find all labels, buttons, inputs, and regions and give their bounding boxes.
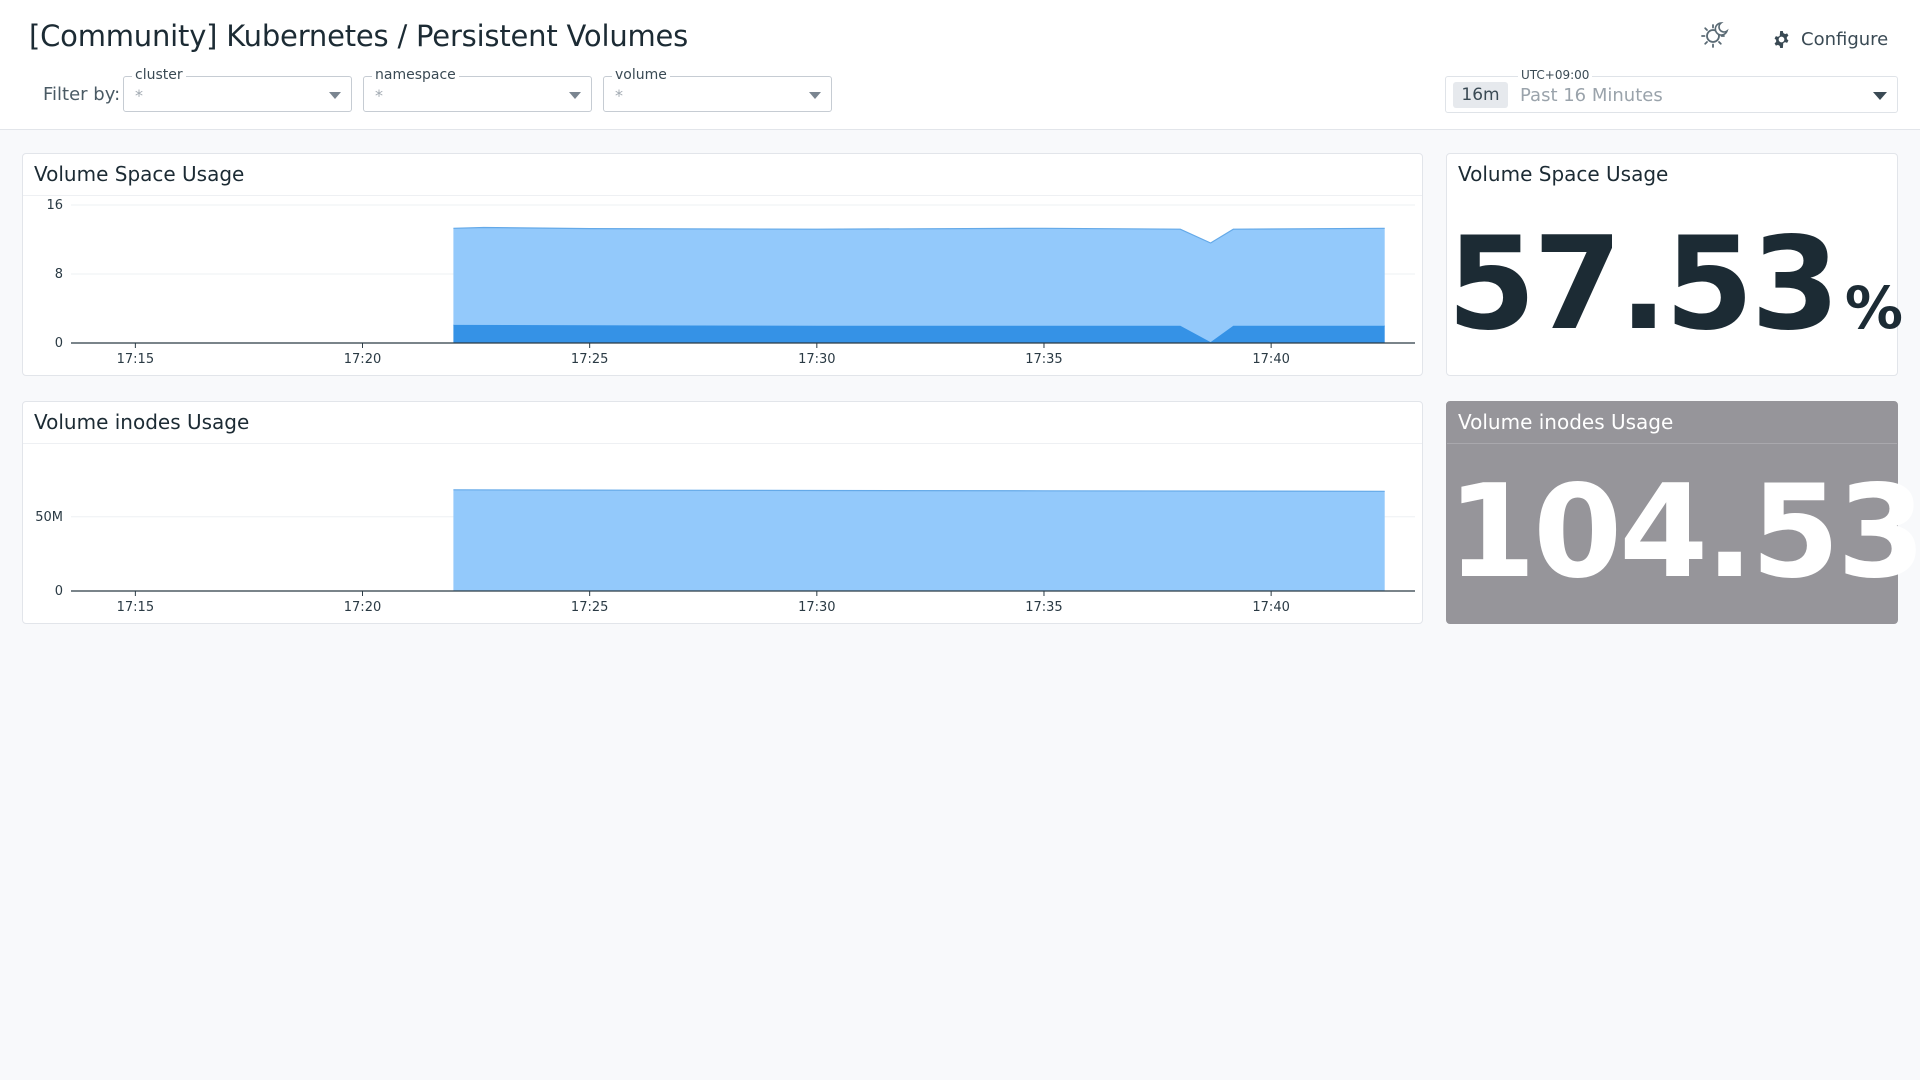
- x-tick-label: 17:30: [798, 600, 835, 615]
- x-tick-label: 17:25: [571, 600, 608, 615]
- filter-label: Filter by:: [43, 84, 121, 105]
- y-tick-label: 16: [46, 198, 63, 213]
- x-tick-label: 17:20: [344, 600, 381, 615]
- x-tick-label: 17:30: [798, 352, 835, 367]
- x-tick-label: 17:15: [117, 352, 154, 367]
- space-usage-value-widget: Volume Space Usage 57.53%: [1446, 153, 1903, 376]
- y-tick-label: 0: [55, 584, 63, 599]
- space-usage-timeseries-widget: Volume Space Usage 0 8 16 17:15 17:20 17:25 17…: [22, 153, 1423, 376]
- widget-title: Volume inodes Usage: [1458, 410, 1674, 434]
- configure-label: Configure: [1801, 28, 1889, 50]
- space-usage-number: 57.53: [1447, 210, 1840, 359]
- widget-title: Volume Space Usage: [1458, 162, 1669, 186]
- timezone-label: UTC+09:00: [1518, 68, 1593, 82]
- volume-filter-label: volume: [612, 67, 670, 83]
- series-area-1: [453, 227, 1385, 343]
- y-tick-label: 0: [55, 336, 63, 351]
- inodes-usage-timeseries-widget: Volume inodes Usage 0 50M 17:15 17:20 17:25 1…: [22, 401, 1423, 624]
- cluster-filter[interactable]: cluster *: [123, 67, 352, 112]
- chevron-down-icon: [569, 92, 581, 99]
- namespace-filter[interactable]: namespace *: [363, 67, 592, 112]
- dashboard-header: [Community] Kubernetes / Persistent Volu…: [0, 0, 1920, 130]
- cluster-filter-value: *: [135, 86, 143, 105]
- y-tick-label: 50M: [35, 510, 63, 525]
- inodes-usage-chart: 0 50M 17:15 17:20 17:25 17:30 17:35 17:40: [35, 489, 1415, 615]
- gear-icon: [1774, 30, 1789, 48]
- inodes-usage-value-widget: Volume inodes Usage 104.53%: [1446, 401, 1920, 624]
- configure-button[interactable]: Configure: [1772, 24, 1888, 54]
- space-usage-chart: 0 8 16 17:15 17:20 17:25 17:30 17:35 17:40: [46, 198, 1415, 367]
- inodes-usage-number: 104.53: [1447, 458, 1920, 607]
- x-tick-label: 17:35: [1025, 352, 1062, 367]
- widget-divider: [1447, 443, 1897, 444]
- x-tick-label: 17:40: [1252, 600, 1289, 615]
- time-range-label: Past 16 Minutes: [1520, 85, 1663, 106]
- namespace-filter-label: namespace: [372, 67, 459, 83]
- x-tick-label: 17:40: [1252, 352, 1289, 367]
- space-usage-value: 57.53%: [1447, 210, 1903, 359]
- series-area-0: [453, 489, 1385, 591]
- series-area-0: [453, 324, 1385, 343]
- volume-filter-value: *: [615, 86, 623, 105]
- x-tick-label: 17:35: [1025, 600, 1062, 615]
- x-tick-label: 17:20: [344, 352, 381, 367]
- y-tick-label: 8: [55, 267, 63, 282]
- time-range-picker[interactable]: UTC+09:00 16m Past 16 Minutes: [1445, 68, 1898, 113]
- volume-filter[interactable]: volume *: [603, 67, 832, 112]
- x-tick-label: 17:15: [117, 600, 154, 615]
- page-title: [Community] Kubernetes / Persistent Volu…: [29, 19, 689, 53]
- chevron-down-icon: [1873, 92, 1887, 100]
- x-tick-label: 17:25: [571, 352, 608, 367]
- chevron-down-icon: [329, 92, 341, 99]
- namespace-filter-value: *: [375, 86, 383, 105]
- inodes-usage-value: 104.53%: [1447, 458, 1920, 607]
- theme-toggle-icon[interactable]: [1700, 20, 1730, 50]
- time-range-badge: 16m: [1453, 82, 1508, 108]
- chevron-down-icon: [809, 92, 821, 99]
- space-usage-unit: %: [1844, 274, 1903, 342]
- cluster-filter-label: cluster: [132, 67, 186, 83]
